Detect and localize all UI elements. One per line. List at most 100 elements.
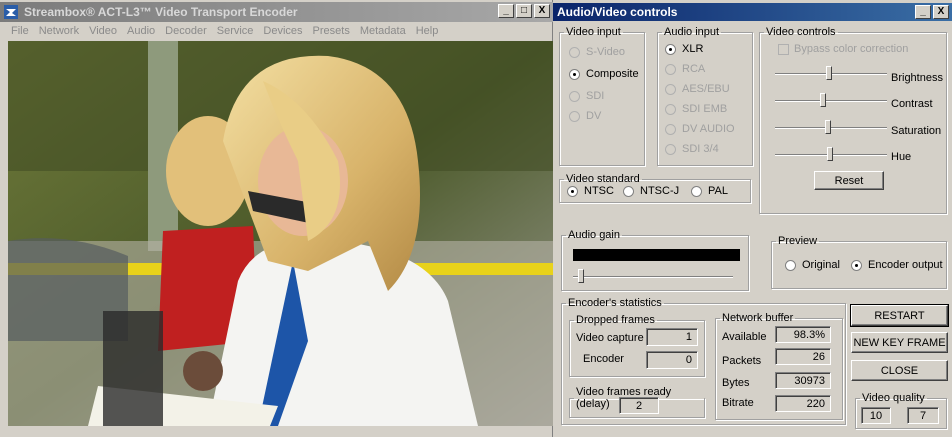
- preview-encoder-output-radio[interactable]: Encoder output: [851, 259, 943, 271]
- slider-track: [775, 100, 887, 102]
- radio-dot-icon: [665, 143, 676, 155]
- close-window-button[interactable]: X: [933, 5, 949, 19]
- video-capture-label: Video capture: [576, 332, 644, 344]
- video-quality-value-2: 7: [907, 407, 939, 424]
- bitrate-value: 220: [775, 395, 831, 412]
- audio-level-meter: [573, 249, 740, 261]
- checkbox-icon: [778, 43, 789, 55]
- video-standard-ntsc-radio[interactable]: NTSC: [567, 185, 614, 197]
- minimize-button[interactable]: _: [915, 5, 931, 19]
- radio-label: NTSC-J: [640, 185, 680, 197]
- radio-label: SDI EMB: [682, 103, 728, 115]
- audio-input-sdi-3-4-radio[interactable]: SDI 3/4: [665, 143, 719, 155]
- reset-button[interactable]: Reset: [814, 171, 884, 190]
- radio-label: DV AUDIO: [682, 123, 735, 135]
- maximize-button[interactable]: □: [516, 4, 532, 18]
- slider-thumb[interactable]: [825, 66, 832, 80]
- slider-track: [573, 276, 733, 278]
- radio-dot-icon: [665, 103, 676, 115]
- menu-bar: File Network Video Audio Decoder Service…: [0, 22, 553, 40]
- streambox-app-icon: [4, 5, 18, 19]
- radio-dot-icon: [569, 90, 580, 102]
- radio-label: DV: [586, 110, 602, 122]
- audio-input-legend: Audio input: [664, 26, 720, 38]
- video-standard-pal-radio[interactable]: PAL: [691, 185, 728, 197]
- radio-dot-icon: [569, 68, 580, 80]
- audio-input-sdi-emb-radio[interactable]: SDI EMB: [665, 103, 727, 115]
- slider-thumb[interactable]: [577, 269, 584, 283]
- radio-dot-icon: [665, 63, 676, 75]
- radio-label: Original: [802, 259, 840, 271]
- audio-input-aes-ebu-radio[interactable]: AES/EBU: [665, 83, 730, 95]
- radio-label: Composite: [586, 68, 639, 80]
- bytes-value: 30973: [775, 372, 831, 389]
- slider-track: [775, 127, 887, 129]
- radio-label: XLR: [682, 43, 704, 55]
- menu-network[interactable]: Network: [34, 22, 84, 40]
- new-key-frame-button[interactable]: NEW KEY FRAME: [851, 332, 948, 353]
- audio-input-dv-audio-radio[interactable]: DV AUDIO: [665, 123, 735, 135]
- video-input-svideo-radio[interactable]: S-Video: [569, 46, 625, 58]
- packets-label: Packets: [722, 355, 762, 367]
- audio-input-rca-radio[interactable]: RCA: [665, 63, 705, 75]
- radio-dot-icon: [567, 185, 578, 197]
- minimize-button[interactable]: _: [498, 4, 514, 18]
- menu-devices[interactable]: Devices: [258, 22, 307, 40]
- encoder-statistics-legend: Encoder's statistics: [568, 297, 662, 309]
- slider-thumb[interactable]: [824, 120, 831, 134]
- video-quality-value-1: 10: [861, 407, 891, 424]
- audio-input-xlr-radio[interactable]: XLR: [665, 43, 703, 55]
- radio-label: RCA: [682, 63, 706, 75]
- av-controls-title-bar: Audio/Video controls _ X: [553, 3, 952, 21]
- preview-original-radio[interactable]: Original: [785, 259, 840, 271]
- video-input-sdi-radio[interactable]: SDI: [569, 90, 604, 102]
- menu-file[interactable]: File: [6, 22, 34, 40]
- menu-presets[interactable]: Presets: [308, 22, 355, 40]
- slider-thumb[interactable]: [819, 93, 826, 107]
- radio-dot-icon: [665, 83, 676, 95]
- restart-button[interactable]: RESTART: [850, 304, 949, 327]
- radio-label: SDI 3/4: [682, 143, 719, 155]
- radio-dot-icon: [785, 259, 796, 271]
- video-preview: [8, 41, 553, 426]
- radio-dot-icon: [665, 123, 676, 135]
- video-capture-value: 1: [646, 328, 698, 346]
- video-standard-ntsc-j-radio[interactable]: NTSC-J: [623, 185, 679, 197]
- close-window-button[interactable]: X: [534, 4, 550, 18]
- av-controls-title: Audio/Video controls: [557, 5, 678, 19]
- hue-label: Hue: [891, 151, 912, 163]
- video-frames-ready-value: 2: [619, 397, 659, 414]
- menu-audio[interactable]: Audio: [122, 22, 160, 40]
- radio-label: PAL: [708, 185, 728, 197]
- packets-value: 26: [775, 348, 831, 365]
- menu-metadata[interactable]: Metadata: [355, 22, 411, 40]
- dropped-frames-legend: Dropped frames: [576, 314, 655, 326]
- bypass-color-correction-checkbox[interactable]: Bypass color correction: [778, 43, 908, 55]
- contrast-label: Contrast: [891, 98, 933, 110]
- menu-help[interactable]: Help: [411, 22, 444, 40]
- radio-label: S-Video: [586, 46, 625, 58]
- menu-decoder[interactable]: Decoder: [160, 22, 212, 40]
- radio-label: SDI: [586, 90, 605, 102]
- encoder-dropped-value: 0: [646, 351, 698, 369]
- radio-dot-icon: [665, 43, 676, 55]
- slider-thumb[interactable]: [826, 147, 833, 161]
- preview-legend: Preview: [778, 235, 818, 247]
- video-frame-image: [8, 41, 553, 426]
- menu-service[interactable]: Service: [212, 22, 259, 40]
- audio-video-controls-window: Audio/Video controls _ X Video input S-V…: [553, 0, 952, 437]
- encoder-dropped-label: Encoder: [583, 353, 624, 365]
- video-standard-legend: Video standard: [566, 173, 640, 185]
- video-input-dv-radio[interactable]: DV: [569, 110, 601, 122]
- menu-video[interactable]: Video: [84, 22, 122, 40]
- radio-label: Encoder output: [868, 259, 943, 271]
- video-controls-legend: Video controls: [766, 26, 836, 38]
- encoder-window: Streambox® ACT-L3™ Video Transport Encod…: [0, 0, 553, 437]
- close-button[interactable]: CLOSE: [851, 360, 948, 381]
- brightness-label: Brightness: [891, 72, 943, 84]
- video-input-composite-radio[interactable]: Composite: [569, 68, 639, 80]
- radio-dot-icon: [623, 185, 634, 197]
- audio-gain-legend: Audio gain: [568, 229, 620, 241]
- radio-dot-icon: [851, 259, 862, 271]
- radio-dot-icon: [569, 46, 580, 58]
